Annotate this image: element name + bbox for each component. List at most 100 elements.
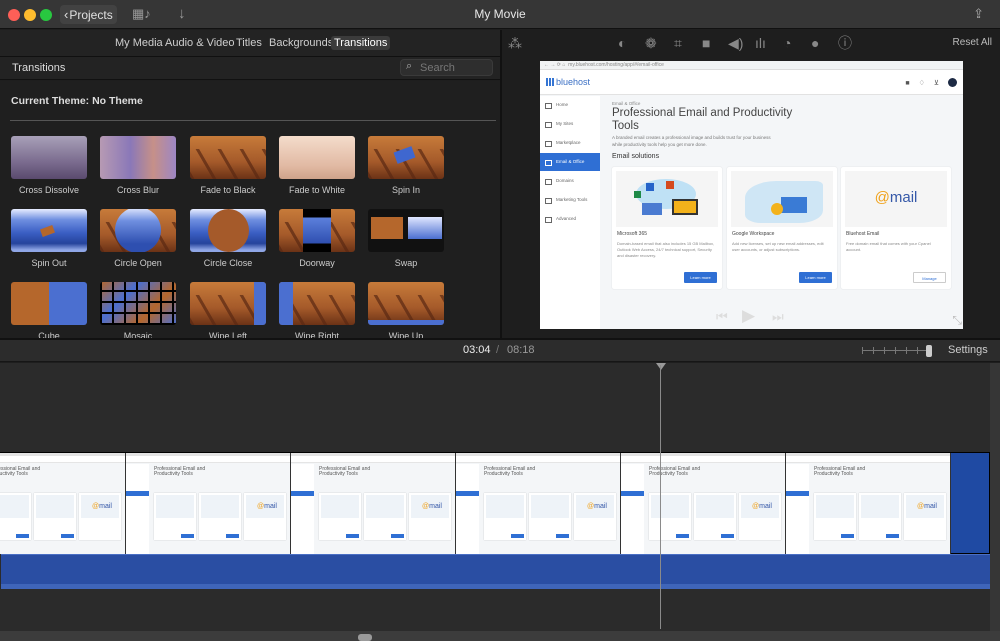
card-title: Google Workspace: [732, 231, 775, 237]
frame-header: [456, 456, 620, 463]
transition-tile[interactable]: Wipe Right: [279, 282, 355, 341]
playhead-handle[interactable]: [656, 363, 666, 370]
timeline-toolbar: 03:04 / 08:18 Settings: [0, 340, 1000, 362]
frame-sidebar: [786, 464, 809, 554]
zoom-slider-knob[interactable]: [926, 345, 932, 357]
card-text: Domain-based email that also includes 15…: [617, 241, 715, 258]
transition-tile[interactable]: Wipe Up: [368, 282, 444, 341]
transition-tile[interactable]: Wipe Left: [190, 282, 266, 341]
skip-forward-icon[interactable]: ⏭: [772, 309, 784, 325]
site-nav-item: Domains: [540, 172, 600, 190]
site-nav-item: My Sites: [540, 115, 600, 133]
color-balance-icon[interactable]: ◐: [618, 35, 626, 51]
zoom-tick: [917, 347, 918, 354]
video-clip[interactable]: Professional Email and Productivity Tool…: [0, 452, 991, 589]
transition-label: Spin In: [391, 185, 421, 195]
frame-card: [814, 493, 856, 540]
transition-thumbnail: [100, 136, 176, 179]
time-separator: /: [496, 344, 500, 356]
browser-address-bar: ← → ⟳ ⌂ my.bluehost.com/hosting/app/#/em…: [540, 61, 963, 70]
viewer: ⁂ ◐ ❁ ⌗ ■ ◀) ılı ◔ ● ⓘ Reset All ← → ⟳ ⌂…: [502, 30, 1000, 338]
crop-icon[interactable]: ⌗: [674, 35, 682, 51]
timeline-scrollbar-knob[interactable]: [358, 634, 372, 641]
frame-card: [154, 493, 196, 540]
timeline-settings-button[interactable]: Settings: [948, 344, 988, 356]
transition-tile[interactable]: Fade to Black: [190, 136, 266, 195]
site-breadcrumb: Email & Office: [612, 101, 641, 106]
playhead[interactable]: [660, 365, 661, 629]
fullscreen-icon[interactable]: ⤡: [952, 313, 962, 328]
timeline[interactable]: Professional Email and Productivity Tool…: [0, 363, 1000, 631]
transition-label: Circle Close: [203, 258, 253, 268]
frame-card: [484, 493, 526, 540]
stabilization-icon[interactable]: ■: [702, 35, 710, 51]
frame-heading: Professional Email and Productivity Tool…: [154, 466, 206, 477]
title-bar: ‹Projects ▦♪ ↓ My Movie ⇪: [0, 0, 1000, 29]
site-card: Google Workspace Add new licenses, set u…: [727, 167, 837, 289]
site-nav-item: Home: [540, 96, 600, 114]
transition-thumbnail: [100, 282, 176, 325]
frame-header: [126, 456, 290, 463]
transition-tile[interactable]: Spin Out: [11, 209, 87, 268]
transition-tile[interactable]: Circle Open: [100, 209, 176, 268]
site-card: Microsoft 365 Domain-based email that al…: [612, 167, 722, 289]
frame-card: [199, 493, 241, 540]
panel-title: Transitions: [12, 62, 66, 74]
transition-tile[interactable]: Fade to White: [279, 136, 355, 195]
tab-my-media[interactable]: My Media: [112, 36, 166, 50]
transition-tile[interactable]: Swap: [368, 209, 444, 268]
clip-audio-waveform: [1, 554, 991, 589]
search-field[interactable]: ⌕: [400, 59, 493, 76]
site-card: @mail Bluehost Email Free domain email t…: [841, 167, 951, 289]
frame-card: [0, 493, 31, 540]
frame-card: @mail: [904, 493, 946, 540]
tab-audio-video[interactable]: Audio & Video: [162, 36, 238, 50]
video-overlay-icon[interactable]: ●: [811, 35, 819, 51]
transition-thumbnail: [190, 282, 266, 325]
volume-icon[interactable]: ◀): [728, 35, 743, 51]
search-icon: ⌕: [406, 60, 413, 72]
transition-tile[interactable]: Spin In: [368, 136, 444, 195]
transition-thumbnail: [279, 136, 355, 179]
magic-wand-icon[interactable]: ⁂: [508, 35, 522, 51]
frame-header: [786, 456, 950, 463]
share-icon[interactable]: ⇪: [973, 6, 984, 22]
play-icon[interactable]: ▶: [742, 306, 755, 326]
speed-icon[interactable]: ◔: [783, 35, 791, 51]
frame-heading: Professional Email and Productivity Tool…: [814, 466, 866, 477]
color-correction-icon[interactable]: ❁: [645, 35, 657, 51]
tab-titles[interactable]: Titles: [233, 36, 265, 50]
timeline-zoom-slider[interactable]: [862, 345, 934, 357]
frame-card: @mail: [739, 493, 781, 540]
transition-tile[interactable]: Cube: [11, 282, 87, 341]
video-preview[interactable]: ← → ⟳ ⌂ my.bluehost.com/hosting/app/#/em…: [540, 61, 963, 329]
info-icon[interactable]: ⓘ: [838, 35, 852, 51]
cart-icon: ⊻: [933, 80, 939, 87]
timeline-scrollbar[interactable]: [0, 631, 1000, 641]
frame-card: [694, 493, 736, 540]
site-nav-item: Marketplace: [540, 134, 600, 152]
transition-tile[interactable]: Circle Close: [190, 209, 266, 268]
noise-reduction-icon[interactable]: ılı: [755, 35, 766, 51]
frame-card: [529, 493, 571, 540]
google-illustration: [731, 171, 833, 227]
transition-label: Fade to Black: [200, 185, 256, 195]
skip-back-icon[interactable]: ⏮: [716, 309, 728, 325]
frame-card: [649, 493, 691, 540]
transition-tile[interactable]: Cross Dissolve: [11, 136, 87, 195]
transition-tile[interactable]: Mosaic: [100, 282, 176, 341]
browser-url: my.bluehost.com/hosting/app/#/email-offi…: [568, 62, 664, 68]
transition-tile[interactable]: Cross Blur: [100, 136, 176, 195]
tab-backgrounds[interactable]: Backgrounds: [266, 36, 336, 50]
search-input[interactable]: [420, 61, 490, 75]
frame-card: @mail: [574, 493, 616, 540]
site-section-title: Email solutions: [612, 153, 660, 160]
tab-transitions[interactable]: Transitions: [331, 36, 391, 50]
frame-card: [34, 493, 76, 540]
playback-controls: ⏮ ▶ ⏭: [502, 306, 1000, 331]
reset-all-button[interactable]: Reset All: [953, 37, 992, 48]
transition-thumbnail: [11, 209, 87, 252]
transition-tile[interactable]: Doorway: [279, 209, 355, 268]
card-title: Microsoft 365: [617, 231, 648, 237]
transition-label: Circle Open: [114, 258, 162, 268]
